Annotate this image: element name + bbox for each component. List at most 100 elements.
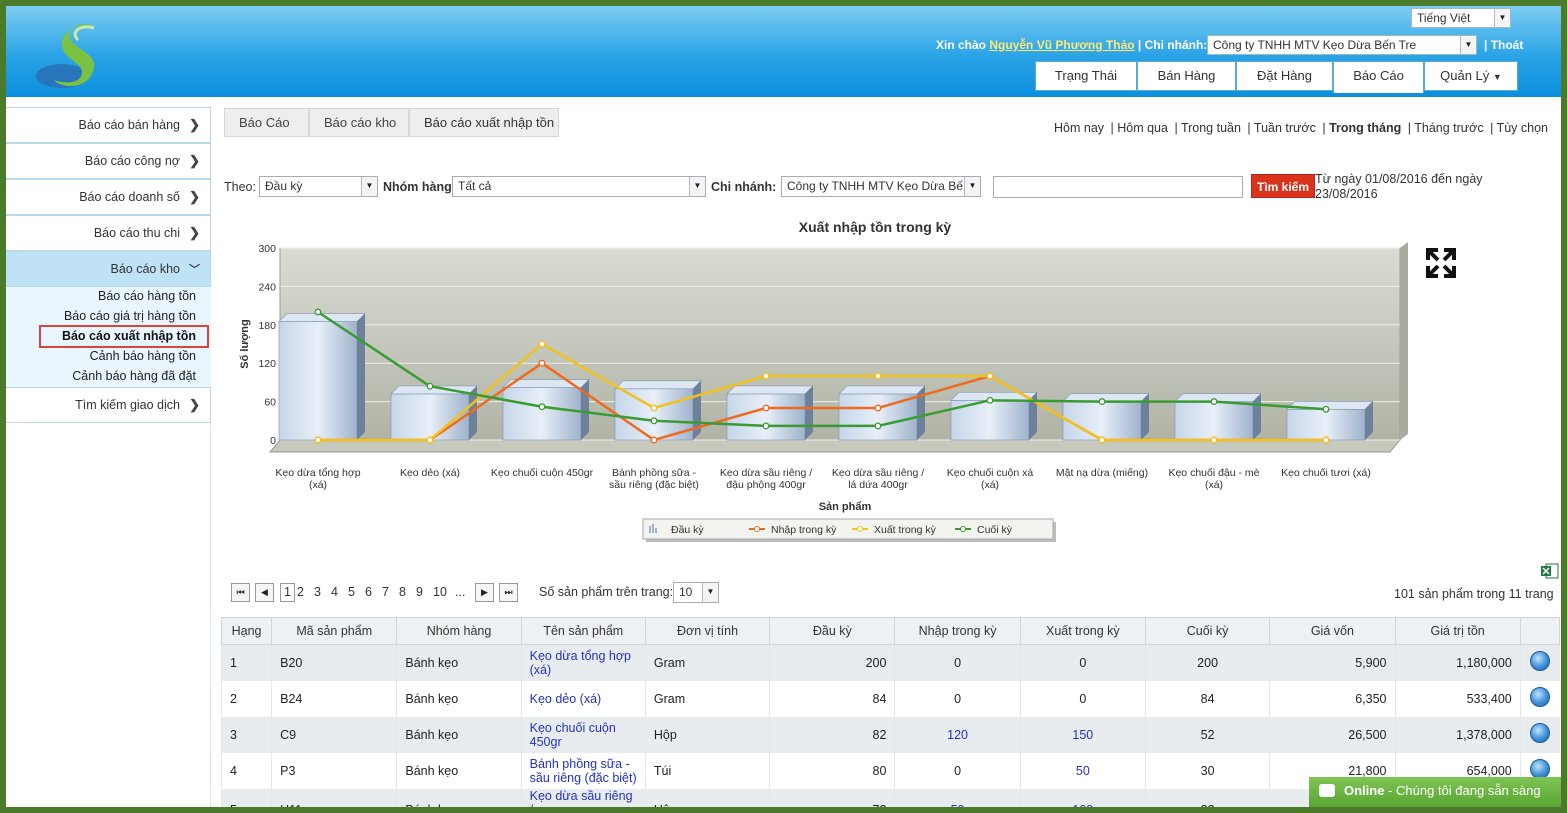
logout-link[interactable]: | Thoát: [1484, 38, 1523, 52]
cell-rank: 2: [220, 680, 272, 717]
product-name-line: Bánh phồng sữa -: [529, 756, 630, 771]
col-hang[interactable]: Hạng: [220, 617, 273, 645]
cell-rank: 5: [220, 788, 272, 813]
legend-label: Nhập trong kỳ: [771, 524, 837, 536]
page-link-10[interactable]: 10: [433, 585, 447, 599]
col-nhom-hang[interactable]: Nhóm hàng: [396, 617, 522, 645]
page-link-1[interactable]: 1: [280, 583, 295, 602]
col-cuoi-ky[interactable]: Cuối kỳ: [1144, 617, 1271, 645]
nav-ban-hang[interactable]: Bán Hàng: [1137, 61, 1236, 91]
group-select[interactable]: Tất cả ▼: [452, 176, 706, 197]
chevron-right-icon: ❯: [189, 189, 200, 204]
col-ma-san-pham[interactable]: Mã sản phẩm: [271, 617, 398, 645]
col-gia-von[interactable]: Giá vốn: [1269, 617, 1396, 645]
nav-bao-cao[interactable]: Báo Cáo: [1333, 61, 1424, 93]
submenu-canh-bao-hang-da-dat[interactable]: Cảnh báo hàng đã đặt: [72, 369, 196, 383]
page-link-3[interactable]: 3: [314, 585, 321, 599]
cell-nhap-trong-ky[interactable]: 50: [894, 788, 1021, 813]
period-trong-tuan[interactable]: Trong tuần: [1181, 121, 1241, 135]
col-xuat-trong-ky[interactable]: Xuất trong kỳ: [1019, 617, 1146, 645]
data-point: [650, 417, 658, 425]
detail-icon[interactable]: [1530, 687, 1551, 707]
period-hom-nay[interactable]: Hôm nay: [1054, 121, 1104, 135]
period-trong-thang[interactable]: Trong tháng: [1329, 121, 1401, 135]
cell-xuat-trong-ky[interactable]: 50: [1019, 752, 1146, 789]
page-link-9[interactable]: 9: [416, 585, 423, 599]
cell-rank: 4: [220, 752, 272, 789]
detail-icon[interactable]: [1530, 759, 1551, 779]
detail-icon[interactable]: [1530, 723, 1551, 743]
cell-xuat-trong-ky[interactable]: 100: [1019, 788, 1146, 813]
cell-product-name-link[interactable]: Kẹo dừa tổng hợp (xá): [520, 644, 646, 681]
sidebar-item-ban-hang[interactable]: Báo cáo bán hàng ❯: [6, 107, 211, 143]
col-gia-tri-ton[interactable]: Giá trị tồn: [1394, 617, 1521, 645]
cell-cuoi-ky: 30: [1144, 752, 1270, 789]
x-tick-label: Kẹo chuối tươi (xá): [1281, 467, 1371, 479]
period-hom-qua[interactable]: Hôm qua: [1117, 121, 1168, 135]
detail-icon[interactable]: [1530, 651, 1551, 672]
cell-code: B20: [271, 644, 397, 681]
user-name-link[interactable]: Nguyễn Vũ Phương Thảo: [989, 38, 1134, 52]
cell-nhap-trong-ky[interactable]: 120: [894, 716, 1021, 753]
product-name-line: Kẹo chuối cuộn: [529, 720, 616, 735]
header-branch-select[interactable]: Công ty TNHH MTV Kẹo Dừa Bến Tre ▼: [1207, 35, 1477, 55]
cell-product-name-link[interactable]: Kẹo dẻo (xá): [520, 680, 646, 717]
cell-product-name-link[interactable]: Kẹo dừa sầu riêng /đậu phộng 400gr: [520, 788, 646, 813]
per-page-select[interactable]: 10 ▼: [673, 582, 719, 603]
sidebar-item-doanh-so[interactable]: Báo cáo doanh số ❯: [6, 179, 211, 215]
x-tick-label: Kẹo dẻo (xá): [400, 467, 460, 479]
next-page-icon[interactable]: ▶: [475, 583, 494, 602]
breadcrumb-bao-cao[interactable]: Báo Cáo: [224, 108, 309, 137]
submenu-canh-bao-hang-ton[interactable]: Cảnh báo hàng tồn: [90, 349, 196, 363]
page-link-5[interactable]: 5: [348, 585, 355, 599]
bar-top: [838, 385, 926, 395]
prev-page-icon[interactable]: ◀: [255, 583, 274, 602]
cell-gia-von: 5,900: [1269, 644, 1395, 681]
submenu-gia-tri-hang-ton[interactable]: Báo cáo giá trị hàng tồn: [64, 309, 196, 323]
cell-xuat-trong-ky[interactable]: 150: [1019, 716, 1146, 753]
chart-svg: Xuất nhập tồn trong kỳ Số lượng 0 60 120 180 2…: [239, 219, 1408, 542]
chevron-down-icon: ▼: [689, 177, 705, 196]
row-detail-cell: [1519, 680, 1560, 717]
chevron-right-icon: ❯: [189, 397, 200, 412]
first-page-icon[interactable]: ⏮: [231, 583, 250, 602]
x-tick-label: Bánh phồng sữa -sầu riêng (đặc biệt): [609, 467, 699, 491]
y-tick-label: 120: [258, 358, 276, 370]
page-link-7[interactable]: 7: [382, 585, 389, 599]
search-button[interactable]: Tìm kiếm: [1251, 174, 1315, 198]
page-link-4[interactable]: 4: [331, 585, 338, 599]
page-link-6[interactable]: 6: [365, 585, 372, 599]
search-input[interactable]: [993, 176, 1243, 198]
page-link-2[interactable]: 2: [297, 585, 304, 599]
nav-quan-ly[interactable]: Quản Lý ▼: [1424, 61, 1518, 91]
col-nhap-trong-ky[interactable]: Nhập trong kỳ: [894, 617, 1021, 645]
sidebar-item-tim-kiem[interactable]: Tìm kiếm giao dịch ❯: [6, 387, 211, 423]
language-select[interactable]: Tiếng Việt ▼: [1411, 8, 1511, 28]
nav-dat-hang[interactable]: Đặt Hàng: [1236, 61, 1333, 91]
breadcrumb-bao-cao-kho[interactable]: Báo cáo kho: [309, 108, 409, 137]
cell-dau-ky: 84: [769, 680, 895, 717]
date-range: Từ ngày 01/08/2016 đến ngày 23/08/2016: [1315, 172, 1483, 201]
cell-product-name-link[interactable]: Bánh phồng sữa - sầu riêng (đặc biệt): [520, 752, 646, 789]
online-chat-widget[interactable]: Online - Chúng tôi đang sẵn sàng: [1309, 777, 1561, 807]
nav-trang-thai[interactable]: Trạng Thái: [1035, 61, 1137, 91]
fullscreen-icon[interactable]: [1426, 248, 1456, 278]
branch-select[interactable]: Công ty TNHH MTV Kẹo Dừa Bế ▼: [781, 176, 981, 197]
page-link-8[interactable]: 8: [399, 585, 406, 599]
product-name-line: Kẹo dừa tổng hợp: [529, 648, 632, 663]
period-tuy-chon[interactable]: Tùy chọn: [1497, 121, 1548, 135]
col-dau-ky[interactable]: Đầu kỳ: [769, 617, 896, 645]
cell-code: C9: [271, 716, 397, 753]
period-thang-truoc[interactable]: Tháng trước: [1414, 121, 1483, 135]
submenu-hang-ton[interactable]: Báo cáo hàng tồn: [98, 289, 196, 303]
period-tuan-truoc[interactable]: Tuần trước: [1254, 121, 1316, 135]
last-page-icon[interactable]: ⏭: [499, 583, 518, 602]
excel-export-icon[interactable]: [1541, 563, 1559, 579]
cell-product-name-link[interactable]: Kẹo chuối cuộn 450gr: [520, 716, 646, 753]
col-ten-san-pham[interactable]: Tên sản phẩm: [520, 617, 646, 645]
sidebar-item-thu-chi[interactable]: Báo cáo thu chi ❯: [6, 215, 211, 251]
col-don-vi-tinh[interactable]: Đơn vị tính: [644, 617, 771, 645]
theo-select[interactable]: Đầu kỳ ▼: [259, 176, 378, 197]
sidebar-item-kho[interactable]: Báo cáo kho ﹀: [6, 251, 211, 287]
sidebar-item-cong-no[interactable]: Báo cáo công nợ ❯: [6, 143, 211, 179]
